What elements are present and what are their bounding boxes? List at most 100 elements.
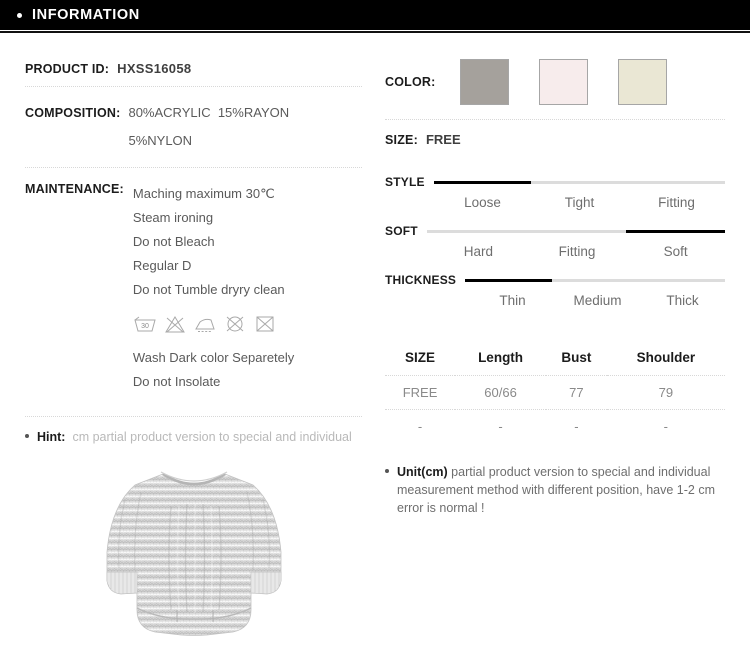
product-id-label: PRODUCT ID:	[25, 62, 110, 76]
left-column: PRODUCT ID: HXSS16058 COMPOSITION: 80%AC…	[0, 53, 375, 645]
scale-style: STYLE Loose Tight Fitting	[385, 161, 725, 210]
swatch-cream[interactable]	[617, 59, 667, 105]
garment-image	[25, 460, 362, 645]
hint-text: cm partial product version to special an…	[72, 430, 352, 444]
table-row: FREE 60/66 77 79	[385, 375, 725, 410]
iron-icon	[193, 314, 217, 334]
maintenance-label: MAINTENANCE:	[25, 182, 124, 196]
scale-soft-seg-1[interactable]	[526, 229, 626, 233]
scale-style-seg-1[interactable]	[530, 180, 628, 184]
scale-style-option[interactable]: Loose	[434, 195, 531, 210]
care-symbols: 30	[133, 314, 294, 334]
page-title: INFORMATION	[32, 7, 140, 23]
table-row: - - - -	[385, 410, 725, 444]
scale-soft-label: SOFT	[385, 224, 418, 238]
scale-thickness-seg-1[interactable]	[551, 278, 639, 282]
scale-soft-bar[interactable]	[426, 229, 725, 233]
maintenance-line: Regular D	[132, 258, 192, 273]
composition-label: COMPOSITION:	[25, 106, 121, 120]
size-row: SIZE: FREE	[385, 120, 725, 161]
scale-thickness-label: THICKNESS	[385, 273, 457, 287]
scale-soft-option[interactable]: Hard	[429, 244, 528, 259]
wash-30-icon: 30	[133, 314, 157, 334]
color-label: COLOR:	[385, 75, 436, 89]
maintenance-values: Maching maximum 30℃ Steam ironing Do not…	[133, 182, 294, 394]
table-cell-bust: -	[574, 419, 579, 434]
hint-label: Hint:	[37, 430, 66, 444]
scale-style-option[interactable]: Tight	[531, 195, 628, 210]
right-column: COLOR: SIZE: FREE STYLE Loose Tight Fitt…	[375, 53, 750, 645]
maintenance-line: Wash Dark color Separetely	[132, 350, 295, 365]
table-cell-bust: 77	[546, 375, 607, 410]
scale-thickness-seg-2[interactable]	[638, 278, 726, 282]
unit-note-body: Unit(cm) partial product version to spec…	[397, 463, 725, 517]
maintenance-post-lines: Wash Dark color Separetely Do not Insola…	[133, 346, 294, 394]
bullet-dot-icon	[17, 12, 22, 18]
maintenance-line: Maching maximum 30℃	[132, 186, 275, 201]
product-id-row: PRODUCT ID: HXSS16058	[25, 53, 362, 86]
table-cell-length: -	[498, 419, 503, 434]
composition-values: 80%ACRYLIC 15%RAYON 5%NYLON	[128, 99, 289, 155]
size-table: SIZE Length Bust Shoulder FREE 60/66 77 …	[385, 344, 725, 443]
scale-soft: SOFT Hard Fitting Soft	[385, 210, 725, 259]
scale-thickness-options: Thin Medium Thick	[470, 287, 725, 308]
table-cell-length: 60/66	[455, 375, 547, 410]
scale-style-options: Loose Tight Fitting	[434, 189, 725, 210]
scale-thickness-seg-0[interactable]	[465, 278, 552, 282]
scale-thickness-bar[interactable]	[465, 278, 726, 282]
unit-note: Unit(cm) partial product version to spec…	[385, 443, 725, 517]
table-header-size: SIZE	[405, 350, 436, 365]
table-cell-shoulder: -	[663, 419, 669, 434]
composition-row: COMPOSITION: 80%ACRYLIC 15%RAYON 5%NYLON	[25, 87, 362, 167]
table-header-shoulder: Shoulder	[636, 350, 696, 365]
size-label: SIZE:	[385, 133, 418, 147]
table-header-bust: Bust	[561, 350, 592, 365]
size-value: FREE	[425, 132, 461, 147]
scale-thickness-option[interactable]: Thin	[470, 293, 555, 308]
maintenance-line: Do not Bleach	[132, 234, 215, 249]
unit-label: Unit(cm)	[397, 465, 448, 479]
do-not-tumble-dry-icon	[223, 314, 247, 334]
scale-thickness-option[interactable]: Medium	[555, 293, 640, 308]
scale-soft-seg-2[interactable]	[625, 229, 725, 233]
color-row: COLOR:	[385, 53, 725, 119]
scale-style-option[interactable]: Fitting	[628, 195, 725, 210]
maintenance-line: Do not Insolate	[132, 374, 221, 389]
scale-soft-bar-row: SOFT	[385, 224, 725, 238]
do-not-dry-clean-icon	[253, 314, 277, 334]
unit-bullet-icon	[385, 469, 389, 473]
scale-style-bar[interactable]	[433, 180, 725, 184]
scale-soft-seg-0[interactable]	[426, 229, 527, 233]
do-not-bleach-icon	[163, 314, 187, 334]
maintenance-row: MAINTENANCE: Maching maximum 30℃ Steam i…	[25, 168, 362, 402]
color-swatches	[459, 59, 667, 105]
table-header-length: Length	[478, 350, 524, 365]
scale-soft-option[interactable]: Fitting	[528, 244, 627, 259]
scale-soft-option[interactable]: Soft	[626, 244, 725, 259]
scale-thickness-bar-row: THICKNESS	[385, 273, 726, 287]
scale-style-seg-2[interactable]	[627, 180, 725, 184]
hint-bullet-icon	[25, 434, 29, 438]
swatch-gray[interactable]	[459, 59, 509, 105]
table-cell-shoulder: 79	[606, 375, 725, 410]
table-cell-size: -	[417, 419, 423, 434]
scale-style-bar-row: STYLE	[385, 175, 725, 189]
wash-temp-text: 30	[141, 323, 149, 330]
maintenance-line: Do not Tumble dryry clean	[132, 282, 285, 297]
scale-soft-options: Hard Fitting Soft	[429, 238, 725, 259]
scale-style-label: STYLE	[385, 175, 425, 189]
content-columns: PRODUCT ID: HXSS16058 COMPOSITION: 80%AC…	[0, 33, 750, 645]
table-header-row: SIZE Length Bust Shoulder	[385, 344, 725, 376]
scale-style-seg-0[interactable]	[433, 180, 531, 184]
maintenance-line: Steam ironing	[132, 210, 214, 225]
scale-thickness-option[interactable]: Thick	[640, 293, 725, 308]
composition-line: 80%ACRYLIC 15%RAYON	[128, 105, 290, 120]
scale-thickness: THICKNESS Thin Medium Thick	[385, 259, 726, 308]
information-header: INFORMATION	[0, 0, 750, 30]
swatch-pink[interactable]	[538, 59, 588, 105]
composition-line: 5%NYLON	[128, 133, 193, 148]
product-id-value: HXSS16058	[117, 61, 192, 76]
table-cell-size: FREE	[385, 375, 456, 410]
hint-row: Hint: cm partial product version to spec…	[25, 417, 362, 444]
sweater-illustration	[106, 466, 281, 636]
